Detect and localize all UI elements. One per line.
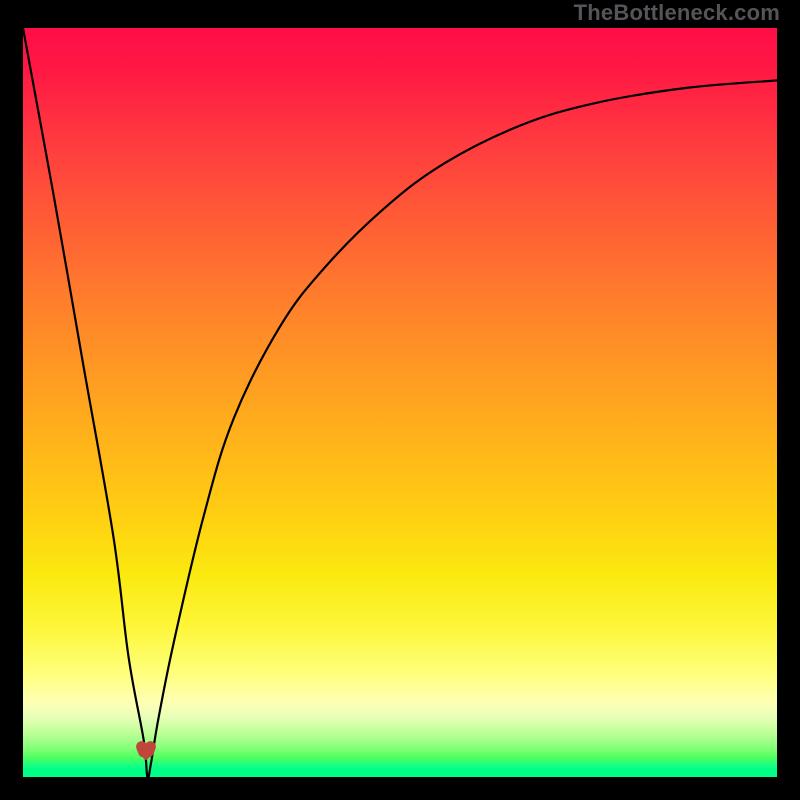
plot-area: [23, 28, 777, 777]
watermark-text: TheBottleneck.com: [574, 0, 780, 26]
bottleneck-curve: [23, 28, 777, 777]
sweet-spot-heart-icon: [135, 741, 157, 761]
chart-frame: [20, 25, 780, 780]
